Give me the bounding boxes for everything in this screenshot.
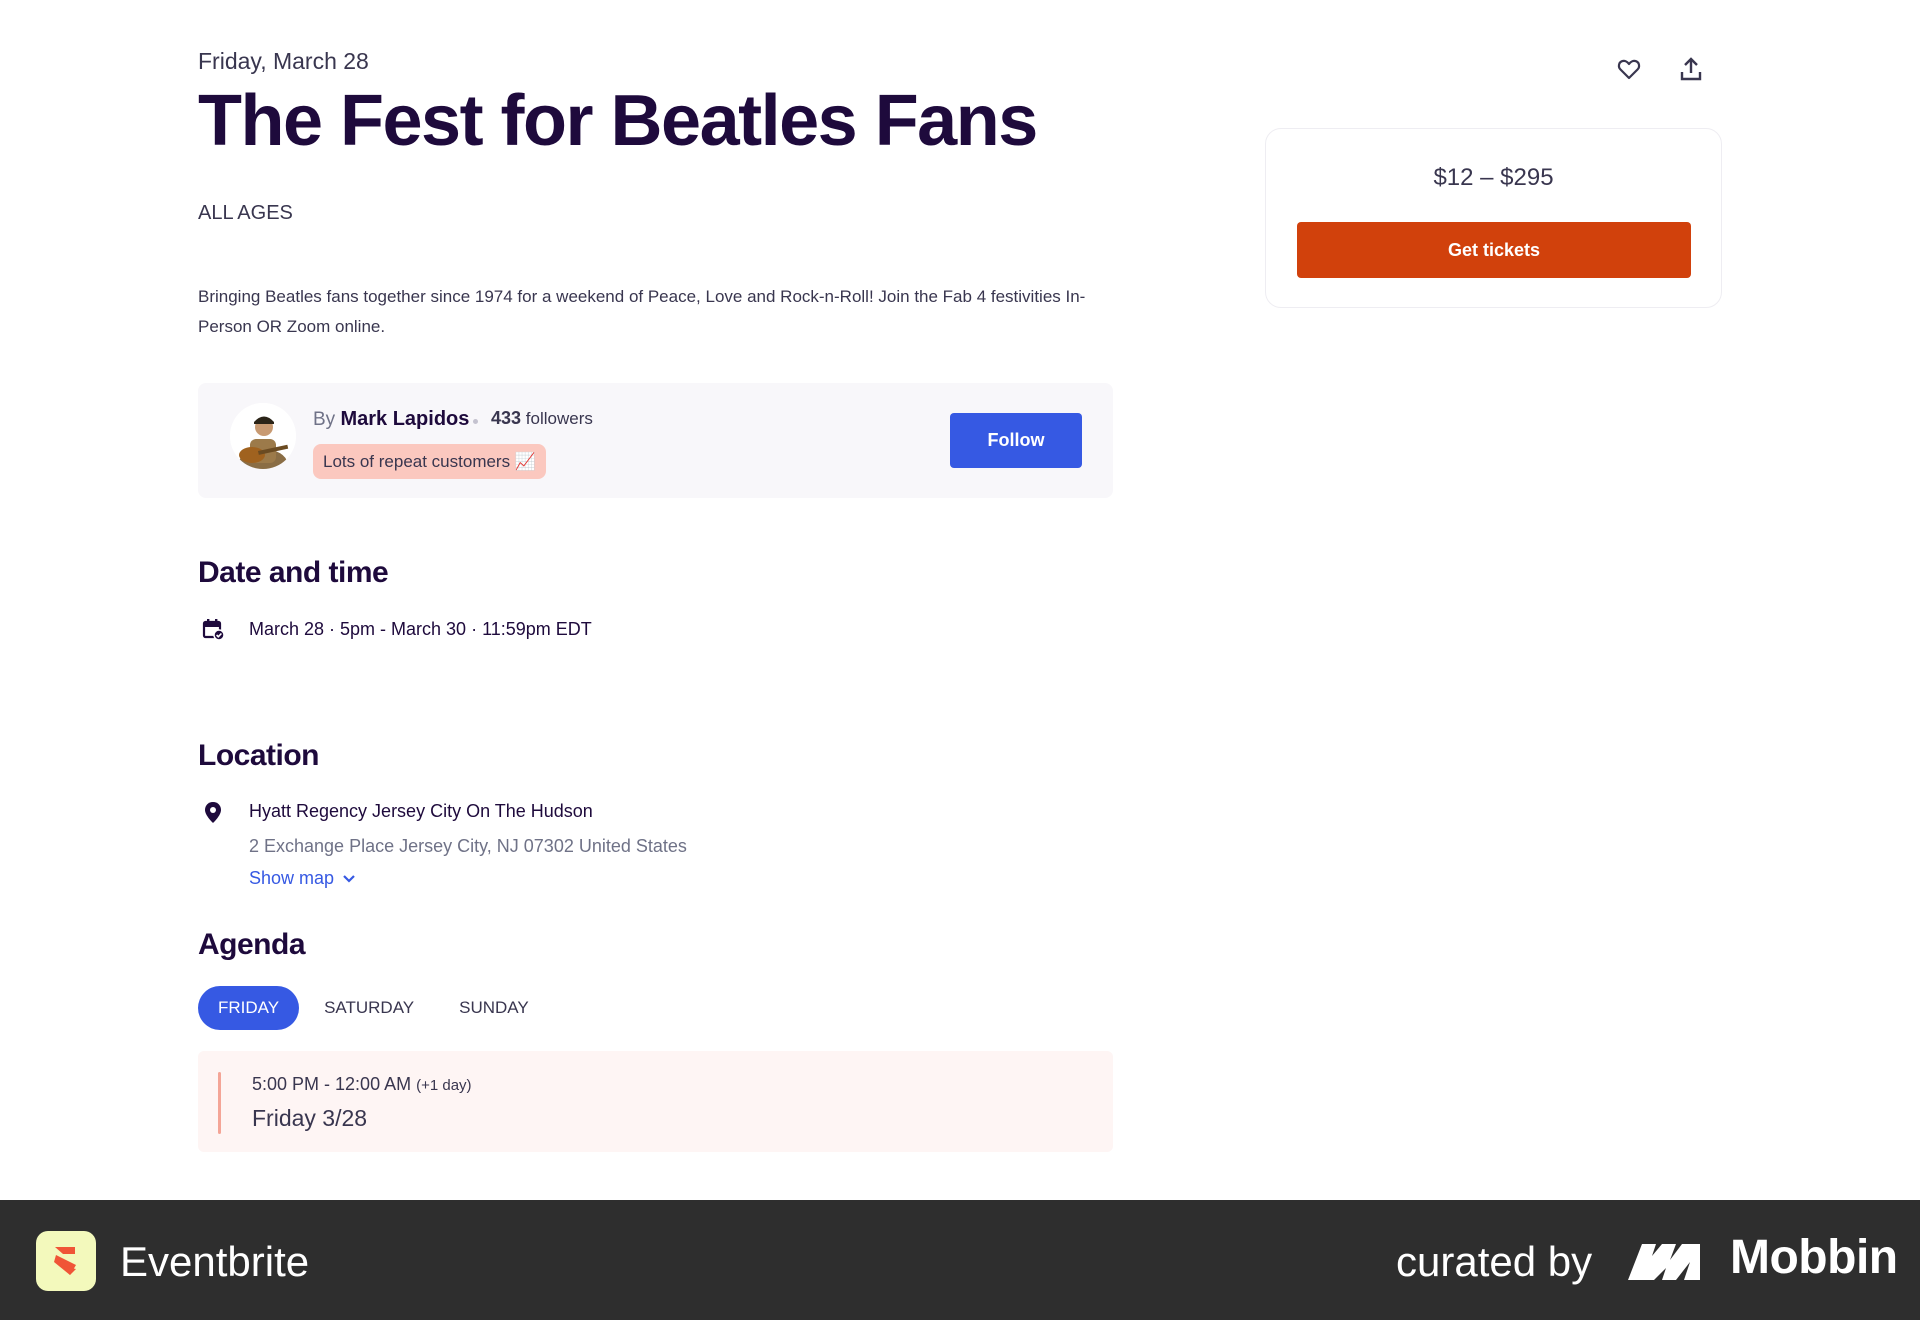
agenda-item-title: Friday 3/28 bbox=[252, 1105, 368, 1131]
event-title: The Fest for Beatles Fans bbox=[198, 81, 1038, 161]
agenda-time: 5:00 PM - 12:00 AM (+1 day) bbox=[252, 1074, 472, 1095]
tab-saturday[interactable]: SATURDAY bbox=[304, 986, 434, 1030]
calendar-icon bbox=[198, 614, 228, 644]
show-map-label: Show map bbox=[249, 868, 335, 888]
tab-friday[interactable]: FRIDAY bbox=[198, 986, 300, 1030]
followers-label: followers bbox=[525, 409, 593, 428]
followers-count: 433 bbox=[491, 408, 522, 428]
event-summary: Bringing Beatles fans together since 197… bbox=[198, 287, 1086, 336]
date-time-heading: Date and time bbox=[198, 556, 389, 589]
agenda-tabs: FRIDAY SATURDAY SUNDAY bbox=[198, 986, 554, 1030]
get-tickets-button[interactable]: Get tickets bbox=[1297, 222, 1691, 278]
venue-name: Hyatt Regency Jersey City On The Hudson bbox=[249, 801, 593, 821]
agenda-time-note: (+1 day) bbox=[416, 1077, 472, 1094]
follow-button[interactable]: Follow bbox=[950, 413, 1082, 468]
event-date-line: Friday, March 28 bbox=[198, 48, 369, 74]
repeat-customers-badge: Lots of repeat customers 📈 bbox=[313, 444, 546, 479]
venue-address: 2 Exchange Place Jersey City, NJ 07302 U… bbox=[249, 836, 687, 856]
agenda-accent-bar bbox=[218, 1072, 221, 1134]
date-time-value: March 28 · 5pm - March 30 · 11:59pm EDT bbox=[249, 619, 592, 639]
eventbrite-app-icon bbox=[36, 1231, 96, 1291]
event-actions bbox=[1615, 52, 1705, 86]
agenda-item[interactable]: 5:00 PM - 12:00 AM (+1 day) Friday 3/28 bbox=[198, 1051, 1113, 1152]
tab-sunday[interactable]: SUNDAY bbox=[439, 986, 549, 1030]
separator-dot bbox=[473, 419, 478, 424]
price-range: $12 – $295 bbox=[1433, 164, 1554, 191]
organizer-name[interactable]: Mark Lapidos bbox=[340, 408, 469, 430]
app-name: Eventbrite bbox=[120, 1238, 310, 1285]
mobbin-logo-icon bbox=[1626, 1238, 1702, 1282]
heart-icon[interactable] bbox=[1615, 52, 1643, 86]
agenda-heading: Agenda bbox=[198, 928, 306, 961]
share-icon[interactable] bbox=[1677, 52, 1705, 86]
location-heading: Location bbox=[198, 739, 320, 772]
show-map-link[interactable]: Show map bbox=[249, 868, 356, 889]
organizer-by-label: By bbox=[313, 409, 336, 430]
ticket-card: $12 – $295 Get tickets bbox=[1265, 128, 1722, 308]
location-pin-icon bbox=[198, 798, 228, 828]
organizer-byline: By Mark Lapidos bbox=[313, 408, 469, 431]
organizer-card: By Mark Lapidos 433 followers Lots of re… bbox=[198, 383, 1113, 498]
chevron-down-icon bbox=[342, 868, 356, 889]
organizer-avatar[interactable] bbox=[230, 403, 296, 469]
agenda-time-range: 5:00 PM - 12:00 AM bbox=[252, 1074, 412, 1094]
curated-by-label: curated by bbox=[1396, 1238, 1593, 1285]
organizer-followers: 433 followers bbox=[491, 408, 593, 429]
mobbin-brand: Mobbin bbox=[1730, 1231, 1898, 1284]
age-restriction: ALL AGES bbox=[198, 202, 293, 224]
footer-bar: Eventbrite curated by Mobbin bbox=[0, 1200, 1920, 1320]
